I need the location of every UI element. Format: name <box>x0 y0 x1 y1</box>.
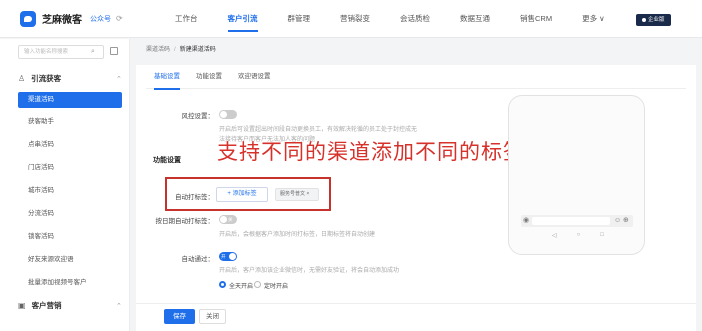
chevron-up-icon: ⌃ <box>116 75 122 83</box>
sidebar-group-marketing[interactable]: ▣ 客户营销 ⌃ <box>18 300 122 311</box>
search-placeholder: 输入功能名称搜索 <box>24 49 69 55</box>
add-tag-button[interactable]: + 添加标签 <box>216 187 268 202</box>
radio-timed[interactable] <box>254 281 261 288</box>
tab-function-settings[interactable]: 功能设置 <box>188 65 230 89</box>
phone-preview <box>508 95 645 255</box>
auto-pass-hint: 开启后，客户添加该企业微信时，无需好友验证，将会自动添加成功 <box>219 268 400 274</box>
main-nav: 工作台 客户引流 群管理 营销裂变 会话质检 数据互通 销售CRM 更多 ∨ <box>160 0 620 38</box>
gzh-link[interactable]: 公众号 <box>90 14 111 24</box>
radio-all-day-label: 全天开启 <box>229 284 254 290</box>
radio-all-day[interactable] <box>219 281 226 288</box>
risk-control-label: 风控设置： <box>181 113 215 120</box>
risk-control-toggle[interactable] <box>219 110 237 119</box>
tab-basic-settings[interactable]: 基础设置 <box>146 65 188 90</box>
chevron-up-icon: ⌃ <box>116 302 122 310</box>
breadcrumb-parent[interactable]: 渠道活码 <box>146 47 170 53</box>
org-badge[interactable]: 企业版 <box>636 14 671 26</box>
sidebar-item-store-code[interactable]: 门店活码 <box>18 160 122 176</box>
user-icon: ♙ <box>18 74 26 83</box>
auto-pass-label: 自动通过： <box>181 256 215 263</box>
brand-name: 芝麻微客 <box>42 15 82 26</box>
nav-item-session-qa[interactable]: 会话质检 <box>385 0 445 38</box>
sidebar-item-acquisition-assistant[interactable]: 获客助手 <box>18 114 122 130</box>
tag-chip[interactable]: 服务号普文 × <box>275 188 319 201</box>
phone-nav-bar: ◁ ○ □ <box>552 232 604 239</box>
recent-apps-icon: □ <box>600 232 604 238</box>
nav-item-group-management[interactable]: 群管理 <box>273 0 326 38</box>
auto-pass-toggle-text: 开 <box>221 254 226 259</box>
sidebar-search-input[interactable]: 输入功能名称搜索 ⌕ <box>18 45 104 59</box>
emoji-icon: ☺ <box>614 217 622 224</box>
sidebar-item-city-code[interactable]: 城市活码 <box>18 183 122 199</box>
breadcrumb-separator: / <box>174 47 176 53</box>
breadcrumb-current: 新建渠道活码 <box>179 47 216 53</box>
tab-welcome-settings[interactable]: 欢迎语设置 <box>230 65 279 89</box>
sidebar-item-lock-code[interactable]: 锁客活码 <box>18 229 122 245</box>
nav-item-data-sync[interactable]: 数据互通 <box>445 0 505 38</box>
sidebar-group-label: 客户营销 <box>31 301 62 310</box>
nav-item-workbench[interactable]: 工作台 <box>160 0 213 38</box>
org-badge-label: 企业版 <box>648 17 665 23</box>
back-icon: ◁ <box>552 233 557 239</box>
sidebar-item-string-code[interactable]: 点串活码 <box>18 137 122 153</box>
phone-text-input <box>532 217 610 225</box>
search-icon[interactable]: ⌕ <box>91 47 99 57</box>
home-icon: ○ <box>576 232 581 238</box>
settings-tabs: 基础设置 功能设置 欢迎语设置 <box>146 65 686 90</box>
brand-logo[interactable]: 芝麻微客 公众号 ⟳ <box>0 10 150 27</box>
chat-bubble-icon <box>20 10 36 27</box>
nav-item-marketing-fission[interactable]: 营销裂变 <box>325 0 385 38</box>
sidebar-group-acquisition[interactable]: ♙ 引流获客 ⌃ <box>18 73 122 84</box>
org-icon <box>642 18 646 22</box>
radio-timed-label: 定时开启 <box>264 284 289 290</box>
risk-control-hint-1: 开启后可设置超出时间段自动更换员工，有效解决轮循的员工处于封控成无 <box>219 127 418 133</box>
plus-icon: ⊕ <box>623 217 629 224</box>
sidebar: 输入功能名称搜索 ⌕ ♙ 引流获客 ⌃ 渠道活码 获客助手 点串活码 门店活码 … <box>0 39 130 331</box>
sidebar-group-label: 引流获客 <box>31 74 62 83</box>
auto-tag-label: 自动打标签： <box>175 194 214 201</box>
nav-item-sales-crm[interactable]: 销售CRM <box>505 0 567 38</box>
calendar-icon: ▣ <box>18 301 26 310</box>
sidebar-item-welcome-message[interactable]: 好友来源欢迎语 <box>18 252 122 268</box>
voice-icon: ◉ <box>523 217 530 224</box>
grid-icon[interactable] <box>110 47 118 55</box>
overlay-caption: 支持不同的渠道添加不同的标签 <box>217 141 525 164</box>
nav-item-more[interactable]: 更多 ∨ <box>567 0 620 38</box>
save-button[interactable]: 保存 <box>164 309 195 324</box>
app-root: 芝麻微客 公众号 ⟳ 工作台 客户引流 群管理 营销裂变 会话质检 数据互通 销… <box>0 0 702 331</box>
close-button[interactable]: 关闭 <box>199 309 226 324</box>
refresh-icon[interactable]: ⟳ <box>116 14 123 23</box>
top-navbar: 芝麻微客 公众号 ⟳ 工作台 客户引流 群管理 营销裂变 会话质检 数据互通 销… <box>0 0 702 38</box>
sidebar-item-channel-code[interactable]: 渠道活码 <box>18 92 122 108</box>
nav-item-customer-acquisition[interactable]: 客户引流 <box>213 0 273 38</box>
section-title: 功能设置 <box>153 157 181 164</box>
breadcrumb: 渠道活码 / 新建渠道活码 <box>146 44 216 53</box>
sidebar-item-split-code[interactable]: 分流活码 <box>18 206 122 222</box>
date-tag-label: 按日期自动打标签： <box>155 218 215 225</box>
date-tag-toggle-text: 关 <box>228 217 233 222</box>
date-tag-hint: 开启后，会根据客户添加时间打标签，日期标签将自动创建 <box>219 232 376 238</box>
sidebar-item-video-customers[interactable]: 批量添加视频号客户 <box>18 275 122 291</box>
footer-divider <box>136 303 696 304</box>
